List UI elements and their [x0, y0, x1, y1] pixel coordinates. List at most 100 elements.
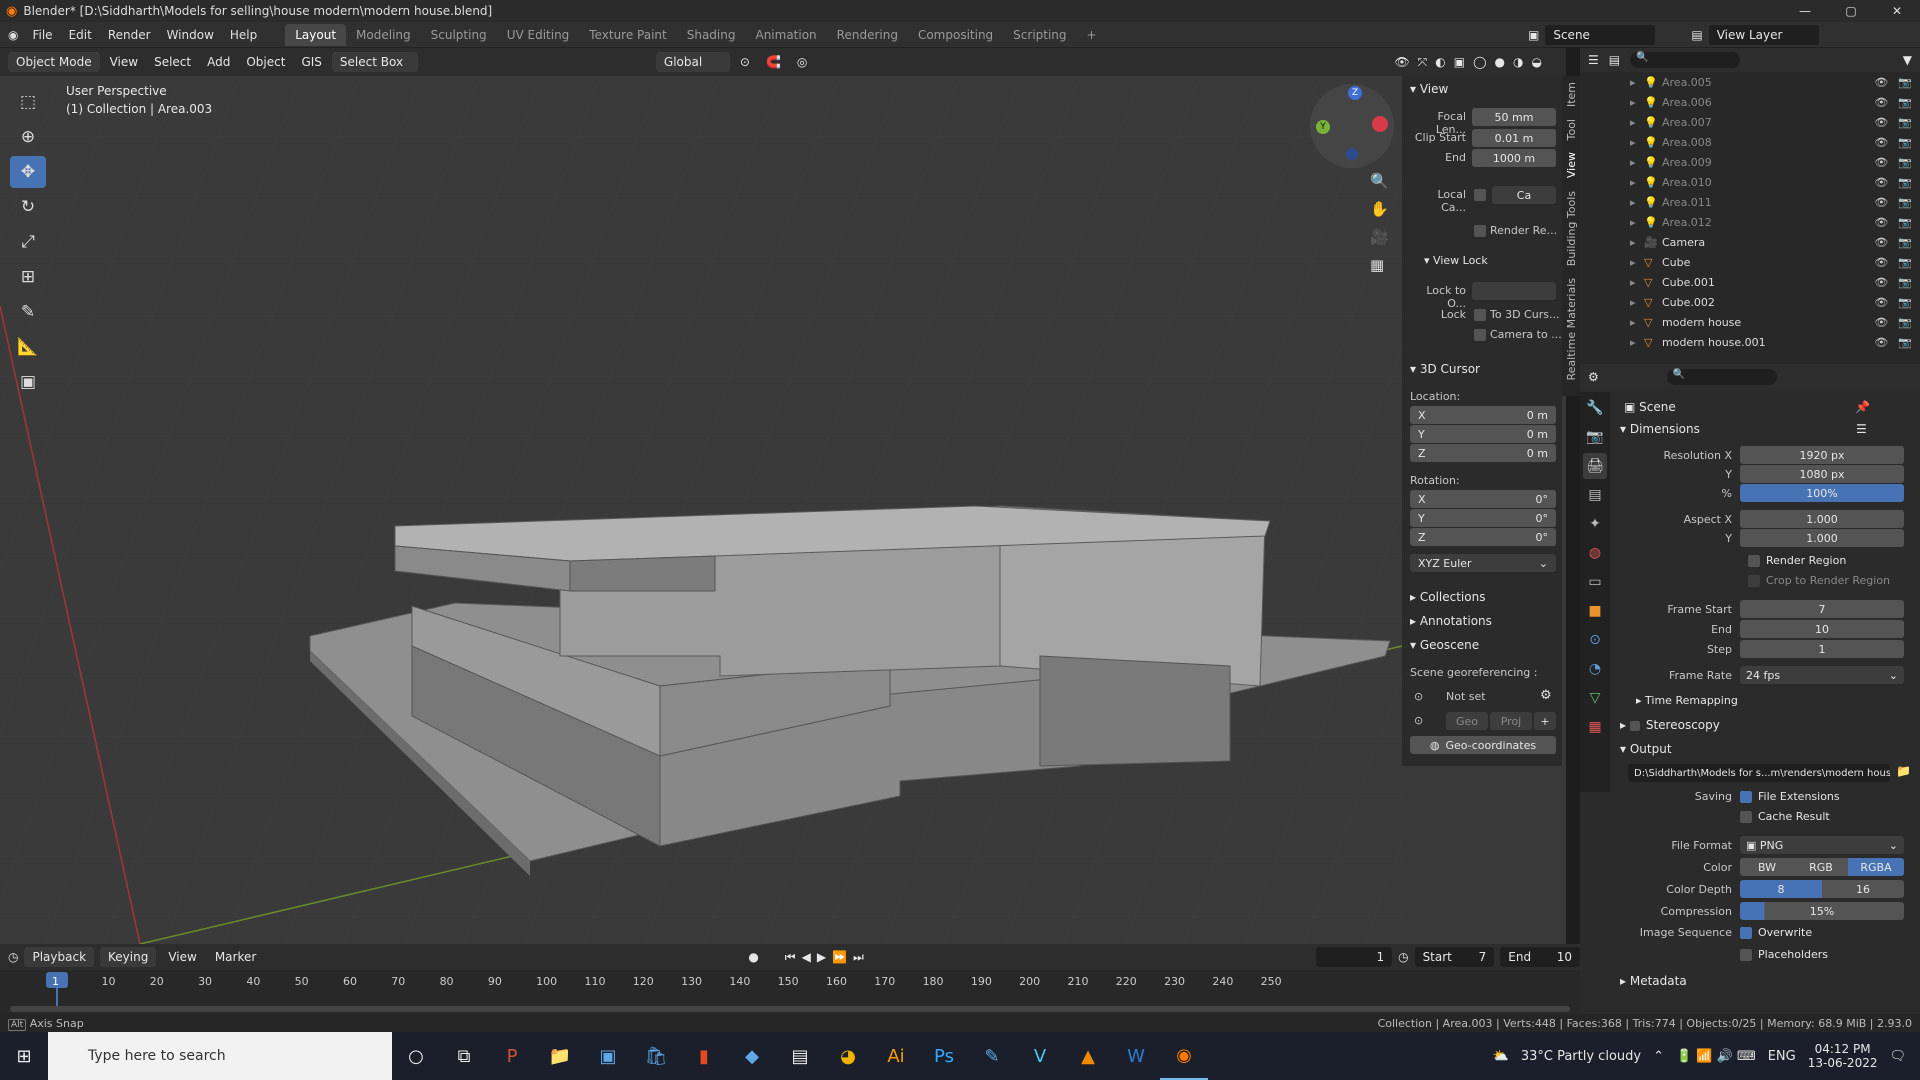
compression-slider[interactable]: 15%	[1740, 902, 1904, 920]
physics-tab-icon[interactable]: ◔	[1583, 656, 1607, 682]
render-camera-icon[interactable]: 📷	[1898, 296, 1912, 309]
xray-icon[interactable]: ▣	[1454, 55, 1465, 70]
outliner-row[interactable]: ▸ 💡 Area.010 👁 📷	[1630, 172, 1920, 192]
playback-menu[interactable]: Playback	[24, 947, 95, 967]
data-tab-icon[interactable]: ▽	[1583, 685, 1607, 711]
app-icon-2[interactable]: ▤	[776, 1032, 824, 1080]
cursor-loc-z-field[interactable]: Z0 m	[1410, 444, 1556, 462]
transform-orientation-dropdown[interactable]: Global	[655, 52, 730, 72]
blender-taskbar-icon[interactable]: ◉	[1160, 1032, 1208, 1080]
gizmo-icon[interactable]: ⤧	[1418, 55, 1428, 70]
x-axis-icon[interactable]	[1372, 116, 1388, 132]
tab-tool[interactable]: Tool	[1565, 119, 1578, 140]
cache-result-checkbox[interactable]	[1740, 810, 1752, 823]
output-tab-icon[interactable]: 🖨	[1583, 453, 1607, 479]
visibility-eye-icon[interactable]: 👁	[1874, 156, 1888, 169]
transform-tool-icon[interactable]: ⊞	[10, 261, 46, 293]
snap-icon[interactable]: 🧲	[760, 52, 787, 72]
timeline-editor-type-icon[interactable]: ◷	[8, 950, 18, 964]
render-camera-icon[interactable]: 📷	[1898, 216, 1912, 229]
render-tab-icon[interactable]: 📷	[1583, 424, 1607, 450]
select-menu[interactable]: Select	[148, 52, 197, 72]
add-workspace-button[interactable]: +	[1077, 24, 1107, 46]
color-rgba-button[interactable]: RGBA	[1848, 858, 1904, 876]
tray-icons[interactable]: 🔋 📶 🔊 ⌨	[1676, 1049, 1756, 1064]
geo-coordinates-button[interactable]: ◍ Geo-coordinates	[1410, 736, 1556, 754]
aspect-x-field[interactable]: 1.000	[1740, 510, 1904, 528]
tab-uv-editing[interactable]: UV Editing	[497, 24, 580, 46]
gis-menu[interactable]: GIS	[295, 52, 327, 72]
word-icon[interactable]: W	[1112, 1032, 1160, 1080]
illustrator-icon[interactable]: Ai	[872, 1032, 920, 1080]
outliner-row[interactable]: ▸ 💡 Area.007 👁 📷	[1630, 112, 1920, 132]
resolution-y-field[interactable]: 1080 px	[1740, 465, 1904, 483]
menu-edit[interactable]: Edit	[61, 28, 100, 42]
add-crs-button[interactable]: +	[1534, 712, 1556, 730]
3d-cursor-section-header[interactable]: ▾ 3D Cursor	[1410, 362, 1480, 376]
camera-view-icon[interactable]: 🎥	[1370, 228, 1389, 246]
properties-search-input[interactable]: 🔍	[1666, 369, 1777, 385]
visibility-eye-icon[interactable]: 👁	[1874, 176, 1888, 189]
expand-arrow-icon[interactable]: ▸	[1630, 216, 1644, 229]
cursor-tool-icon[interactable]: ⊕	[10, 121, 46, 153]
weather-icon[interactable]: ⛅	[1493, 1049, 1509, 1064]
visibility-eye-icon[interactable]: 👁	[1874, 236, 1888, 249]
end-frame-field[interactable]: End 10	[1500, 947, 1580, 967]
expand-arrow-icon[interactable]: ▸	[1630, 236, 1644, 249]
expand-arrow-icon[interactable]: ▸	[1630, 336, 1644, 349]
output-path-field[interactable]: D:\Siddharth\Models for s...m\renders\mo…	[1628, 764, 1890, 782]
resolution-percentage-field[interactable]: 100%	[1740, 484, 1904, 502]
visibility-eye-icon[interactable]: 👁	[1874, 136, 1888, 149]
menu-file[interactable]: File	[24, 28, 60, 42]
outliner-search-input[interactable]: 🔍	[1630, 52, 1741, 68]
local-camera-field[interactable]: Ca	[1492, 186, 1556, 204]
y-axis-icon[interactable]: Y	[1316, 120, 1330, 134]
geoscene-section-header[interactable]: ▾ Geoscene	[1410, 638, 1479, 652]
frame-step-field[interactable]: 1	[1740, 640, 1904, 658]
expand-arrow-icon[interactable]: ▸	[1630, 256, 1644, 269]
tab-layout[interactable]: Layout	[285, 23, 347, 46]
outliner-row[interactable]: ▸ ▽ modern house.001 👁 📷	[1630, 332, 1920, 352]
expand-arrow-icon[interactable]: ▸	[1630, 296, 1644, 309]
tray-chevron-icon[interactable]: ⌃	[1653, 1049, 1664, 1064]
office-icon[interactable]: ▮	[680, 1032, 728, 1080]
vectorworks-icon[interactable]: V	[1016, 1032, 1064, 1080]
expand-arrow-icon[interactable]: ▸	[1630, 116, 1644, 129]
local-camera-checkbox[interactable]	[1474, 189, 1486, 201]
notifications-icon[interactable]: 🗨	[1889, 1049, 1906, 1064]
geo-button[interactable]: Geo	[1446, 712, 1488, 730]
measure-tool-icon[interactable]: 📐	[10, 331, 46, 363]
scale-tool-icon[interactable]: ⤢	[10, 226, 46, 258]
select-box-tool-icon[interactable]: ⬚	[10, 86, 46, 118]
render-camera-icon[interactable]: 📷	[1898, 76, 1912, 89]
tab-building-tools[interactable]: Building Tools	[1565, 191, 1578, 266]
tab-sculpting[interactable]: Sculpting	[421, 24, 497, 46]
solid-shading-icon[interactable]: ●	[1495, 55, 1505, 70]
annotations-section-header[interactable]: ▸ Annotations	[1410, 614, 1492, 628]
rotation-mode-dropdown[interactable]: XYZ Euler ⌄	[1410, 554, 1556, 572]
outliner-row[interactable]: ▸ 💡 Area.009 👁 📷	[1630, 152, 1920, 172]
autokey-record-icon[interactable]: ●	[748, 950, 758, 964]
stereoscopy-header[interactable]: ▸ Stereoscopy	[1620, 718, 1720, 732]
render-region-checkbox[interactable]	[1474, 225, 1486, 237]
visibility-icon[interactable]: 👁	[1394, 55, 1409, 70]
z-axis-icon[interactable]: Z	[1348, 86, 1362, 100]
proj-button[interactable]: Proj	[1490, 712, 1532, 730]
tab-texture-paint[interactable]: Texture Paint	[579, 24, 676, 46]
cursor-loc-y-field[interactable]: Y0 m	[1410, 425, 1556, 443]
mode-dropdown[interactable]: Object Mode	[8, 52, 100, 72]
weather-text[interactable]: 33°C Partly cloudy	[1521, 1049, 1641, 1064]
focal-length-field[interactable]: 50 mm	[1472, 108, 1556, 126]
expand-arrow-icon[interactable]: ▸	[1630, 156, 1644, 169]
ortho-grid-icon[interactable]: ▦	[1370, 256, 1389, 274]
presets-list-icon[interactable]: ☰	[1856, 422, 1867, 436]
resolution-x-field[interactable]: 1920 px	[1740, 446, 1904, 464]
add-cube-tool-icon[interactable]: ▣	[10, 366, 46, 398]
close-button[interactable]: ✕	[1874, 0, 1920, 22]
photos-icon[interactable]: ▣	[584, 1032, 632, 1080]
move-tool-icon[interactable]: ✥	[10, 156, 46, 188]
view-menu[interactable]: View	[104, 52, 144, 72]
task-view-icon[interactable]: ⧉	[440, 1032, 488, 1080]
render-camera-icon[interactable]: 📷	[1898, 256, 1912, 269]
outliner-row[interactable]: ▸ 💡 Area.005 👁 📷	[1630, 72, 1920, 92]
